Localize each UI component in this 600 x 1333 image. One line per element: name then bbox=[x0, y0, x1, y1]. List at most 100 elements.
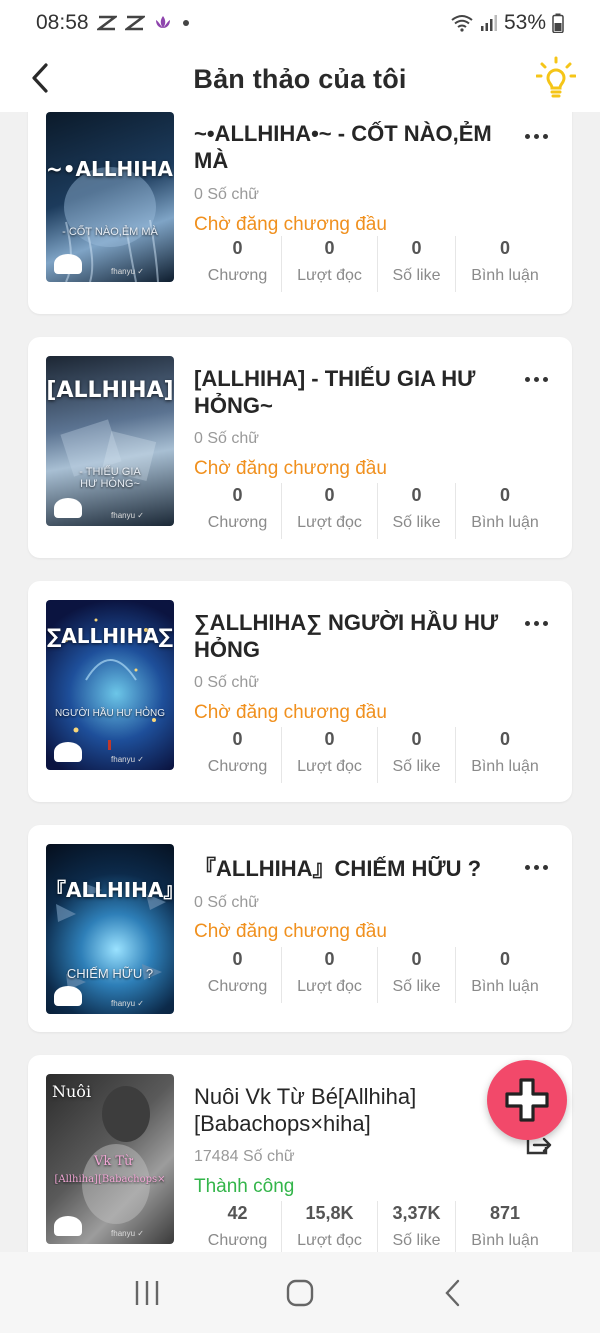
stat-chapters: 0 Chương bbox=[194, 483, 282, 539]
back-icon bbox=[445, 1279, 460, 1306]
story-title[interactable]: Nuôi Vk Từ Bé[Allhiha][Babachops×hiha] bbox=[194, 1083, 464, 1137]
stat-label: Lượt đọc bbox=[297, 267, 362, 284]
stat-chapters: 0 Chương bbox=[194, 727, 282, 783]
stat-reads: 15,8K Lượt đọc bbox=[282, 1201, 378, 1252]
stat-label: Bình luận bbox=[471, 267, 539, 284]
stat-reads: 0 Lượt đọc bbox=[282, 727, 378, 783]
stat-chapters: 0 Chương bbox=[194, 947, 282, 1003]
story-cover[interactable]: [ALLHIHA] - THIẾU GIA HƯ HỎNG~ fhanyu ✓ bbox=[46, 356, 174, 526]
cover-subtitle: - CỐT NÀO,ẺM MÀ bbox=[62, 226, 158, 238]
stat-value: 871 bbox=[489, 1203, 521, 1223]
cover-title: Nuôi bbox=[52, 1082, 92, 1101]
stat-label: Bình luận bbox=[471, 978, 539, 995]
dot-icon bbox=[181, 18, 191, 28]
lotus-icon bbox=[153, 14, 173, 32]
notification-icon bbox=[124, 15, 145, 31]
wifi-icon bbox=[450, 14, 474, 32]
story-card[interactable]: ~•ALLHIHA•~ - CỐT NÀO,ẺM MÀ fhanyu ✓ ~•A… bbox=[28, 112, 572, 314]
story-title[interactable]: 『ALLHIHA』CHIẾM HỮU ? bbox=[194, 855, 514, 882]
stat-label: Chương bbox=[207, 514, 268, 531]
story-cover[interactable]: ~•ALLHIHA•~ - CỐT NÀO,ẺM MÀ fhanyu ✓ bbox=[46, 112, 174, 282]
more-options-button[interactable] bbox=[516, 609, 556, 637]
stat-value: 42 bbox=[227, 1203, 248, 1223]
back-button[interactable] bbox=[22, 58, 58, 98]
cover-subtitle-2: [Allhiha][Babachops× bbox=[54, 1174, 166, 1185]
story-stats: 0 Chương 0 Lượt đọc 0 Số like 0 Bình luận bbox=[194, 727, 554, 783]
stat-value: 0 bbox=[411, 729, 422, 749]
cover-decoration bbox=[54, 986, 82, 1006]
stat-label: Chương bbox=[207, 267, 268, 284]
stat-label: Chương bbox=[207, 978, 268, 995]
cover-subtitle: NGƯỜI HẦU HƯ HỎNG bbox=[54, 708, 166, 719]
stat-comments: 0 Bình luận bbox=[456, 947, 554, 1003]
stat-label: Bình luận bbox=[471, 1232, 539, 1249]
stat-comments: 0 Bình luận bbox=[456, 236, 554, 292]
stat-label: Chương bbox=[207, 758, 268, 775]
stat-value: 0 bbox=[232, 949, 243, 969]
stat-value: 3,37K bbox=[392, 1203, 441, 1223]
story-stats: 42 Chương 15,8K Lượt đọc 3,37K Số like 871 B… bbox=[194, 1201, 554, 1252]
cover-title: 『ALLHIHA』 bbox=[46, 878, 174, 902]
story-cover[interactable]: Nuôi Vk Từ [Allhiha][Babachops× fhanyu ✓ bbox=[46, 1074, 174, 1244]
recent-apps-button[interactable] bbox=[117, 1263, 177, 1323]
stat-reads: 0 Lượt đọc bbox=[282, 947, 378, 1003]
system-back-button[interactable] bbox=[423, 1263, 483, 1323]
signal-icon bbox=[480, 15, 498, 31]
stat-value: 0 bbox=[499, 238, 510, 258]
stat-value: 0 bbox=[499, 485, 510, 505]
add-story-button[interactable] bbox=[487, 1060, 567, 1140]
stat-label: Số like bbox=[392, 1232, 441, 1249]
cover-title: [ALLHIHA] bbox=[46, 378, 174, 403]
system-nav-bar bbox=[0, 1252, 600, 1333]
page-title: Bản thảo của tôi bbox=[193, 63, 407, 94]
chevron-left-icon bbox=[32, 63, 48, 93]
story-card[interactable]: ∑ALLHIHA∑ NGƯỜI HẦU HƯ HỎNG fhanyu ✓ ∑AL… bbox=[28, 581, 572, 802]
battery-icon bbox=[552, 13, 564, 33]
more-options-button[interactable] bbox=[516, 122, 556, 150]
story-stats: 0 Chương 0 Lượt đọc 0 Số like 0 Bình luận bbox=[194, 236, 554, 292]
cover-decoration bbox=[54, 742, 82, 762]
more-options-button[interactable] bbox=[516, 365, 556, 393]
stat-likes: 3,37K Số like bbox=[378, 1201, 456, 1252]
lightbulb-icon bbox=[536, 56, 576, 98]
stat-label: Lượt đọc bbox=[297, 978, 362, 995]
cover-subtitle: Vk Từ bbox=[94, 1154, 133, 1169]
cover-subtitle: CHIẾM HỮU ? bbox=[66, 966, 154, 981]
word-count: 0 Số chữ bbox=[194, 430, 259, 447]
notification-icon bbox=[96, 15, 117, 31]
stat-label: Số like bbox=[392, 514, 441, 531]
stat-value: 0 bbox=[324, 238, 335, 258]
stat-label: Lượt đọc bbox=[297, 758, 362, 775]
tips-button[interactable] bbox=[534, 54, 578, 102]
cover-author: fhanyu ✓ bbox=[111, 755, 144, 764]
stat-chapters: 42 Chương bbox=[194, 1201, 282, 1252]
stat-comments: 871 Bình luận bbox=[456, 1201, 554, 1252]
story-cover[interactable]: 『ALLHIHA』 CHIẾM HỮU ? fhanyu ✓ bbox=[46, 844, 174, 1014]
stat-value: 0 bbox=[499, 729, 510, 749]
stat-value: 0 bbox=[232, 238, 243, 258]
stat-value: 15,8K bbox=[305, 1203, 354, 1223]
more-options-button[interactable] bbox=[516, 853, 556, 881]
story-title[interactable]: [ALLHIHA] - THIẾU GIA HƯ HỎNG~ bbox=[194, 365, 504, 419]
stat-reads: 0 Lượt đọc bbox=[282, 483, 378, 539]
story-card[interactable]: [ALLHIHA] - THIẾU GIA HƯ HỎNG~ fhanyu ✓ … bbox=[28, 337, 572, 558]
clock: 08:58 bbox=[36, 11, 89, 34]
stat-value: 0 bbox=[324, 729, 335, 749]
publish-status: Chờ đăng chương đầu bbox=[194, 458, 387, 479]
app-header: Bản thảo của tôi bbox=[0, 46, 600, 112]
word-count: 0 Số chữ bbox=[194, 894, 259, 911]
plus-icon bbox=[505, 1078, 549, 1122]
story-card[interactable]: 『ALLHIHA』 CHIẾM HỮU ? fhanyu ✓ 『ALLHIHA』… bbox=[28, 825, 572, 1032]
stat-value: 0 bbox=[411, 485, 422, 505]
stat-label: Số like bbox=[392, 267, 441, 284]
stat-label: Số like bbox=[392, 978, 441, 995]
stat-value: 0 bbox=[411, 238, 422, 258]
home-button[interactable] bbox=[270, 1263, 330, 1323]
story-title[interactable]: ~•ALLHIHA•~ - CỐT NÀO,ẺM MÀ bbox=[194, 120, 504, 174]
stat-label: Chương bbox=[207, 1232, 268, 1249]
story-cover[interactable]: ∑ALLHIHA∑ NGƯỜI HẦU HƯ HỎNG fhanyu ✓ bbox=[46, 600, 174, 770]
stat-value: 0 bbox=[232, 485, 243, 505]
cover-title: ~•ALLHIHA•~ bbox=[46, 157, 174, 181]
story-title[interactable]: ∑ALLHIHA∑ NGƯỜI HẦU HƯ HỎNG bbox=[194, 609, 504, 663]
cover-author: fhanyu ✓ bbox=[111, 1229, 144, 1238]
